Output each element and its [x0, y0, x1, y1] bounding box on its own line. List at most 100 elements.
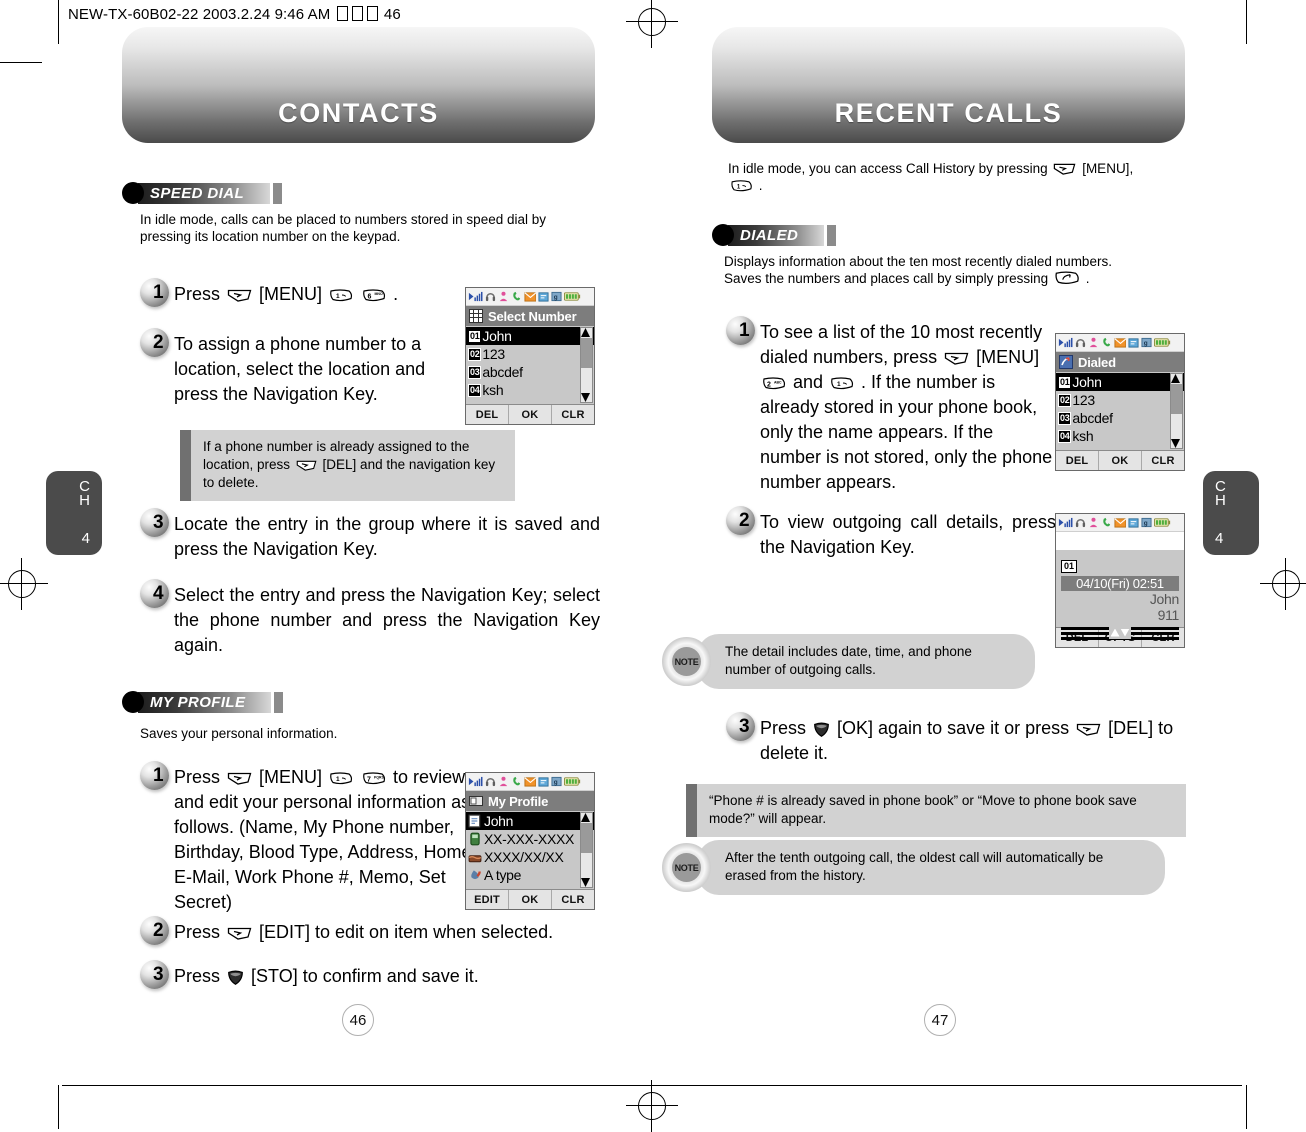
list-item[interactable]: 01 John — [466, 327, 594, 345]
list-item[interactable]: A type — [466, 866, 594, 884]
step-text: Locate the entry in the group where it i… — [174, 514, 600, 559]
right-page: RECENT CALLS In idle mode, you can acces… — [652, 0, 1248, 1129]
detail-scroll-indicator[interactable] — [1061, 626, 1179, 640]
section-label: SPEED DIAL — [138, 182, 271, 204]
scroll-up-arrow-icon[interactable] — [1171, 374, 1180, 383]
step-my-profile-1: 1 Press [MENU] 1 7 PQRS to review and edi… — [140, 761, 480, 915]
scrollbar[interactable] — [1170, 373, 1183, 449]
step-number: 4 — [153, 583, 164, 604]
soft-key-right[interactable]: CLR — [551, 890, 594, 909]
send-key-icon — [1055, 271, 1079, 285]
chapter-tab-left: C H 4 — [46, 471, 102, 555]
svg-text:MNO: MNO — [375, 292, 383, 296]
soft-key-right[interactable]: CLR — [1141, 451, 1184, 470]
list-item[interactable]: 02 123 — [466, 345, 594, 363]
detail-up-arrow-icon[interactable] — [1110, 628, 1120, 637]
soft-key-left[interactable]: DEL — [1056, 451, 1098, 470]
scroll-down-arrow-icon[interactable] — [581, 878, 590, 887]
svg-text:6: 6 — [368, 294, 372, 301]
scroll-down-arrow-icon[interactable] — [581, 393, 590, 402]
list-item[interactable]: 01 John — [1056, 373, 1184, 391]
list-item-index: 03 — [468, 365, 482, 379]
battery-icon — [1154, 518, 1171, 527]
detail-down-arrow-icon[interactable] — [1120, 628, 1130, 637]
list-item-index: 02 — [468, 347, 482, 361]
screen-list: 01 John 02 123 03 abcdef 04 ksh — [1056, 372, 1184, 450]
svg-text:2: 2 — [767, 382, 771, 389]
scroll-thumb[interactable] — [1171, 384, 1182, 414]
svg-text:g: g — [1144, 340, 1148, 347]
step-text: Press [STO] to confirm and save it. — [174, 966, 479, 986]
step-dialed-1: 1 To see a list of the 10 most recently … — [726, 316, 1056, 495]
scrollbar[interactable] — [580, 812, 593, 888]
list-item-index: 04 — [1058, 429, 1072, 443]
soft-key-left[interactable]: DEL — [466, 405, 508, 424]
list-item[interactable]: John — [466, 812, 594, 830]
intro-menu-label: [MENU], — [1082, 161, 1134, 176]
bullet-dot-icon — [712, 224, 734, 246]
list-item-label: John — [484, 813, 514, 829]
detail-updown-arrows-icon[interactable] — [1109, 626, 1131, 639]
signal-icon — [1058, 337, 1073, 348]
scrollbar[interactable] — [580, 327, 593, 403]
battery-icon — [564, 292, 581, 301]
list-item[interactable]: 03 abcdef — [1056, 409, 1184, 427]
note-badge: NOTE — [662, 637, 711, 686]
soft-key-left[interactable]: EDIT — [466, 890, 508, 909]
step-text: Press [OK] again to save it or press [DE… — [760, 718, 1174, 763]
ok-key-icon — [814, 722, 829, 738]
detail-name: John — [1149, 591, 1179, 607]
detail-index: 01 — [1061, 560, 1078, 573]
tip-accent-bar — [180, 430, 191, 501]
step-number: 1 — [153, 282, 164, 303]
blood-icon — [471, 870, 481, 880]
scroll-up-arrow-icon[interactable] — [581, 328, 590, 337]
soft-key-center[interactable]: OK — [508, 890, 551, 909]
svg-text:1: 1 — [336, 776, 340, 783]
list-item[interactable]: 04 ksh — [1056, 427, 1184, 445]
number-key-1-icon: 1 — [731, 180, 752, 192]
chapter-banner-contacts: CONTACTS — [122, 27, 595, 143]
phone-screen-call-detail: g 01 04/10(Fri) 02:51 John 911 DEL OPTS … — [1055, 513, 1185, 648]
screen-title: Select Number — [488, 308, 577, 324]
status-bar: g — [1056, 514, 1184, 532]
speed-dial-intro: In idle mode, calls can be placed to num… — [140, 212, 546, 244]
list-item[interactable]: XXXX/XX/XX — [466, 848, 594, 866]
intro-line-2: . — [758, 178, 763, 193]
step-number-badge: 4 — [140, 579, 174, 609]
alarm-person-icon — [499, 776, 507, 787]
scroll-thumb[interactable] — [581, 823, 592, 853]
soft-key-right[interactable]: CLR — [551, 405, 594, 424]
list-item[interactable]: 03 abcdef — [466, 363, 594, 381]
section-label: DIALED — [728, 224, 825, 246]
step-number-badge: 2 — [140, 916, 174, 946]
note-text: After the tenth outgoing call, the oldes… — [697, 840, 1165, 895]
list-item-label: 123 — [482, 346, 505, 362]
note-badge-label: NOTE — [672, 853, 701, 882]
alarm-person-icon — [499, 291, 507, 302]
step-number-badge: 1 — [140, 278, 174, 308]
detail-datetime: 04/10(Fri) 02:51 — [1061, 576, 1179, 591]
chapter-banner-recent-calls: RECENT CALLS — [712, 27, 1185, 143]
crop-line-bottom-left-v — [58, 1085, 59, 1129]
list-item[interactable]: 04 ksh — [466, 381, 594, 399]
pill-tail — [827, 224, 837, 246]
chapter-tab-ch: C H — [46, 479, 90, 508]
scroll-up-arrow-icon[interactable] — [581, 813, 590, 822]
grid-icon — [469, 309, 483, 323]
list-item[interactable]: XX-XXX-XXXX — [466, 830, 594, 848]
scroll-thumb[interactable] — [581, 338, 592, 368]
soft-key-center[interactable]: OK — [508, 405, 551, 424]
list-item[interactable]: 02 123 — [1056, 391, 1184, 409]
soft-key-center[interactable]: OK — [1098, 451, 1141, 470]
dialed-intro-2: Saves the numbers and places call by sim… — [724, 271, 1049, 286]
status-bar: g — [1056, 334, 1184, 352]
dialed-icon — [1059, 355, 1073, 369]
screen-title-bar: Dialed — [1056, 352, 1184, 372]
step-my-profile-2: 2 Press [EDIT] to edit on item when sele… — [140, 916, 620, 946]
bullet-dot-icon — [122, 691, 144, 713]
alarm-person-icon — [1089, 517, 1097, 528]
soft-key-bar: DEL OK CLR — [1056, 450, 1184, 470]
svg-text:PQRS: PQRS — [374, 776, 385, 780]
scroll-down-arrow-icon[interactable] — [1171, 439, 1180, 448]
